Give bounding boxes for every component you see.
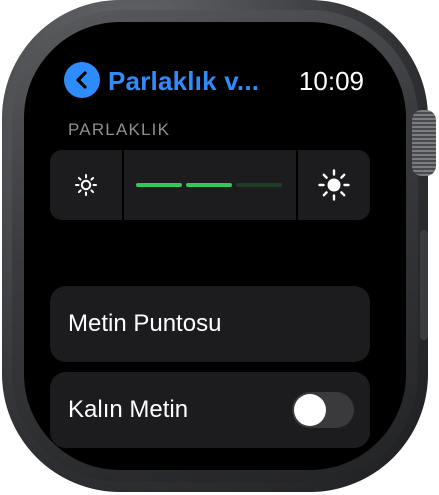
page-title[interactable]: Parlaklık v... <box>108 66 259 97</box>
bold-text-toggle[interactable] <box>292 392 354 428</box>
sun-low-icon <box>75 174 97 196</box>
brightness-level-bar[interactable] <box>136 183 282 187</box>
brightness-segment-3 <box>236 183 282 187</box>
watch-screen: Parlaklık v... 10:09 PARLAKLIK Metin Pun… <box>24 22 406 470</box>
header: Parlaklık v... 10:09 <box>64 62 364 98</box>
brightness-control <box>50 150 370 220</box>
section-label-brightness: PARLAKLIK <box>68 120 171 139</box>
bold-text-label: Kalın Metin <box>68 396 189 423</box>
bold-text-row[interactable]: Kalın Metin <box>50 372 370 448</box>
toggle-knob <box>294 394 326 426</box>
digital-crown[interactable] <box>412 110 436 176</box>
brightness-segment-1 <box>136 183 182 187</box>
side-button[interactable] <box>420 230 428 340</box>
brightness-segment-2 <box>186 183 232 187</box>
back-button[interactable] <box>64 62 100 98</box>
text-size-button[interactable]: Metin Puntosu <box>50 286 370 362</box>
clock: 10:09 <box>298 66 364 96</box>
text-size-label: Metin Puntosu <box>68 310 222 337</box>
chevron-left-icon <box>76 71 87 89</box>
brightness-decrease-button[interactable] <box>50 150 124 220</box>
sun-high-icon <box>318 169 350 201</box>
brightness-increase-button[interactable] <box>296 150 370 220</box>
